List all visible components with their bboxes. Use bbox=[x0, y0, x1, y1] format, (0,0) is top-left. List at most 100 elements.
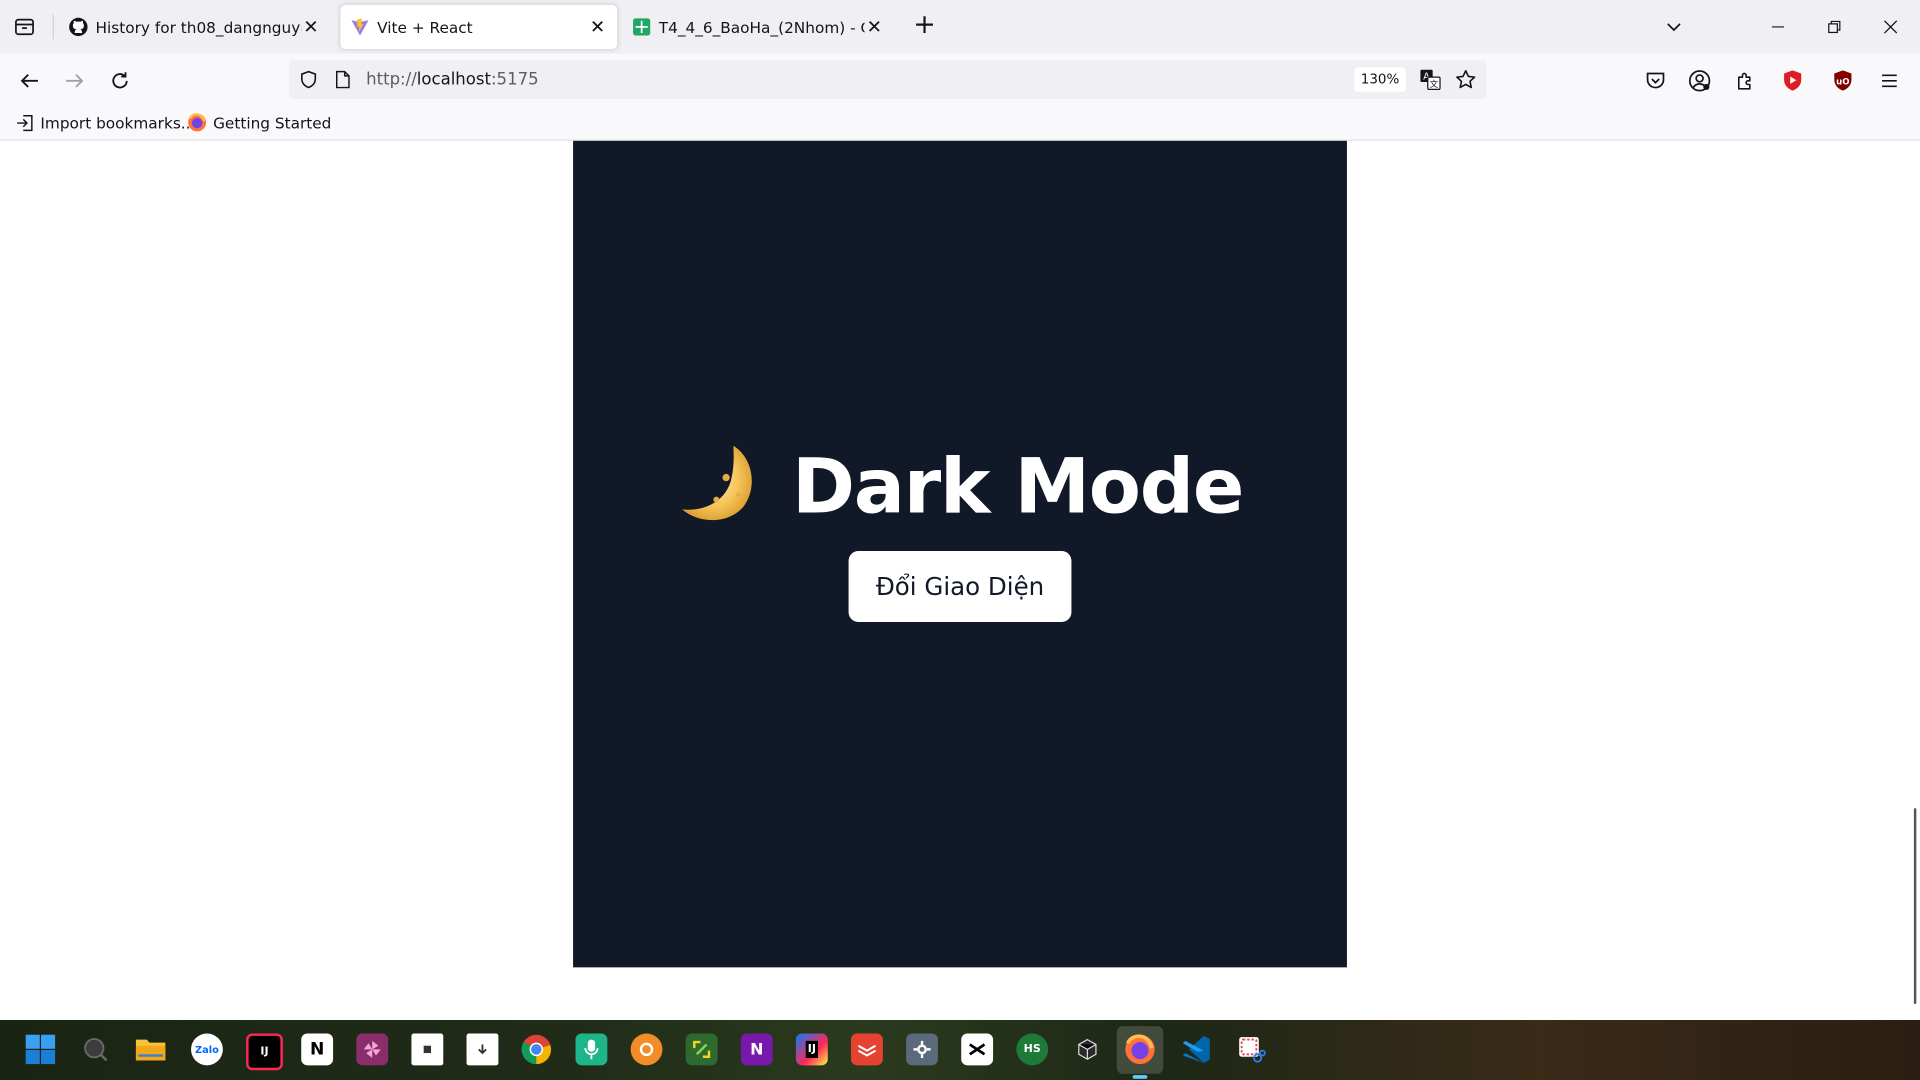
app-menu-button[interactable] bbox=[1875, 66, 1904, 95]
tab-vite-react[interactable]: Vite + React ✕ bbox=[340, 4, 618, 49]
svg-text:文: 文 bbox=[1430, 78, 1439, 90]
list-all-tabs-button[interactable] bbox=[1657, 10, 1691, 44]
windows-start-icon[interactable] bbox=[24, 1033, 56, 1065]
tab-separator bbox=[52, 14, 54, 40]
close-icon[interactable]: ✕ bbox=[864, 16, 884, 38]
translate-icon[interactable]: A文 bbox=[1418, 67, 1442, 91]
page-viewport: Dark Mode Đổi Giao Diện bbox=[0, 140, 1920, 1021]
zalo-icon[interactable]: Zalo bbox=[191, 1033, 223, 1066]
account-button[interactable] bbox=[1685, 66, 1714, 95]
forward-button[interactable] bbox=[60, 66, 89, 95]
arrow-right-icon bbox=[66, 74, 84, 88]
bookmark-getting-started[interactable]: Getting Started bbox=[187, 113, 331, 133]
bookmark-star-icon[interactable] bbox=[1453, 67, 1477, 91]
close-icon bbox=[1884, 20, 1898, 34]
intellij-icon[interactable]: IJ bbox=[246, 1033, 283, 1071]
tab-google-sheets[interactable]: T4_4_6_BaoHa_(2Nhom) - Goog ✕ bbox=[622, 5, 894, 49]
microphone-app-icon[interactable] bbox=[575, 1033, 608, 1066]
minimize-button[interactable] bbox=[1761, 10, 1795, 44]
account-icon bbox=[1688, 70, 1711, 92]
jetbrains-icon[interactable]: IJ bbox=[795, 1033, 828, 1066]
bookmark-label: Getting Started bbox=[213, 113, 332, 132]
onenote-label: N bbox=[750, 1040, 764, 1059]
toggle-theme-button[interactable]: Đổi Giao Diện bbox=[848, 551, 1072, 623]
pinwheel-app-icon[interactable] bbox=[356, 1033, 389, 1066]
firefox-view-button[interactable] bbox=[10, 12, 39, 41]
tab-title: Vite + React bbox=[377, 17, 473, 37]
hs-app-icon[interactable]: HS bbox=[1016, 1033, 1049, 1066]
close-icon[interactable]: ✕ bbox=[588, 16, 608, 38]
notion-icon[interactable]: N bbox=[301, 1033, 334, 1066]
tab-title: T4_4_6_BaoHa_(2Nhom) - Goog bbox=[658, 17, 865, 37]
address-bar[interactable]: http://localhost:5175 130% A文 bbox=[288, 60, 1487, 100]
app-tile-icon[interactable] bbox=[411, 1033, 444, 1066]
vscode-icon[interactable] bbox=[1180, 1033, 1212, 1065]
arrow-left-icon bbox=[20, 74, 38, 88]
snipping-tool-icon[interactable] bbox=[1236, 1033, 1268, 1065]
chrome-icon[interactable] bbox=[520, 1033, 552, 1065]
zalo-label: Zalo bbox=[195, 1043, 219, 1055]
restore-icon bbox=[1828, 20, 1841, 34]
bookmark-label: Import bookmarks... bbox=[40, 113, 196, 132]
notion-label: N bbox=[309, 1039, 325, 1060]
puzzle-icon bbox=[1737, 72, 1751, 90]
ublock-button[interactable]: uO bbox=[1828, 66, 1857, 95]
snip-icon[interactable] bbox=[685, 1033, 718, 1066]
search-icon[interactable] bbox=[80, 1033, 112, 1065]
extensions-button[interactable] bbox=[1731, 66, 1760, 95]
google-sheets-icon bbox=[632, 17, 652, 37]
pocket-button[interactable] bbox=[1641, 66, 1670, 95]
scrollbar-thumb[interactable] bbox=[1913, 808, 1917, 1005]
vite-icon bbox=[350, 17, 370, 37]
capcut-icon[interactable] bbox=[961, 1033, 994, 1066]
svg-text:uO: uO bbox=[1836, 77, 1849, 87]
close-icon[interactable]: ✕ bbox=[301, 16, 321, 38]
import-icon bbox=[15, 113, 35, 133]
zoom-reset-button[interactable]: 130% bbox=[1354, 67, 1406, 92]
jetbrains-label: IJ bbox=[805, 1040, 819, 1058]
bookmarks-toolbar: Import bookmarks... Getting Started bbox=[0, 107, 1920, 141]
active-app-indicator bbox=[1132, 1075, 1148, 1079]
tracking-protection-shield-icon[interactable] bbox=[296, 67, 320, 91]
settings-app-icon[interactable] bbox=[906, 1033, 938, 1066]
hero-section: Dark Mode bbox=[573, 441, 1347, 543]
app-container: Dark Mode Đổi Giao Diện bbox=[573, 140, 1347, 968]
tab-title: History for th08_dangnguyentie bbox=[95, 17, 302, 37]
youtube-extension-button[interactable] bbox=[1778, 66, 1807, 95]
firefox-icon[interactable] bbox=[1124, 1033, 1156, 1065]
restore-button[interactable] bbox=[1817, 10, 1851, 44]
hamburger-menu-icon bbox=[1882, 74, 1897, 88]
tab-strip: History for th08_dangnguyentie ✕ Vite + … bbox=[0, 0, 1920, 54]
bookmark-import[interactable]: Import bookmarks... bbox=[15, 113, 196, 133]
url-port: :5175 bbox=[490, 69, 539, 90]
minimize-icon bbox=[1771, 26, 1785, 28]
crescent-moon-icon bbox=[677, 441, 760, 543]
cube-app-icon[interactable] bbox=[1071, 1033, 1103, 1065]
back-button[interactable] bbox=[15, 66, 44, 95]
new-tab-button[interactable]: + bbox=[910, 12, 939, 41]
github-icon bbox=[69, 17, 89, 37]
red-shield-play-icon bbox=[1784, 70, 1802, 91]
firefox-view-icon bbox=[15, 18, 34, 36]
url-host: localhost bbox=[416, 69, 491, 90]
firefox-icon bbox=[187, 113, 207, 133]
hs-label: HS bbox=[1023, 1043, 1041, 1056]
title-text: Dark Mode bbox=[791, 441, 1244, 531]
url-text[interactable]: http://localhost:5175 bbox=[366, 70, 539, 90]
url-scheme: http:// bbox=[366, 69, 417, 90]
app-tile-icon[interactable] bbox=[466, 1033, 499, 1066]
reload-button[interactable] bbox=[105, 66, 134, 95]
file-explorer-icon[interactable] bbox=[135, 1033, 167, 1065]
todoist-icon[interactable] bbox=[851, 1033, 883, 1066]
orange-app-icon[interactable] bbox=[630, 1033, 663, 1066]
windows-taskbar: Zalo IJ N N IJ HS bbox=[0, 1020, 1920, 1080]
navigation-toolbar: http://localhost:5175 130% A文 uO bbox=[0, 53, 1920, 108]
ij-label: IJ bbox=[260, 1045, 269, 1058]
tab-github-history[interactable]: History for th08_dangnguyentie ✕ bbox=[59, 5, 331, 49]
close-window-button[interactable] bbox=[1873, 10, 1907, 44]
ublock-origin-icon: uO bbox=[1834, 70, 1852, 91]
reload-icon bbox=[112, 72, 128, 89]
page-title: Dark Mode bbox=[573, 441, 1347, 543]
onenote-icon[interactable]: N bbox=[740, 1033, 773, 1066]
page-info-icon[interactable] bbox=[331, 67, 355, 91]
